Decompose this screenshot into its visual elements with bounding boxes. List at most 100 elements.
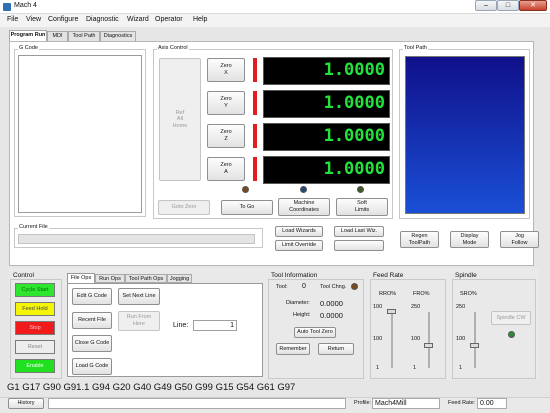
maximize-button[interactable]: □: [497, 0, 519, 11]
remember-button[interactable]: Remember: [276, 343, 310, 355]
fro-slider[interactable]: [424, 342, 433, 348]
load-last-wiz-button[interactable]: Load Last Wiz.: [334, 226, 384, 237]
close-button[interactable]: ✕: [519, 0, 547, 11]
to-go-led: [242, 186, 249, 193]
rro-min: 1: [376, 365, 380, 371]
tab-program-run[interactable]: Program Run: [9, 30, 47, 41]
tool-change-led: [351, 283, 358, 290]
limit-override-button[interactable]: Limit Override: [275, 240, 323, 251]
minimize-button[interactable]: –: [475, 0, 497, 11]
menu-configure[interactable]: Configure: [48, 16, 78, 23]
tool-change-label: Tool Chng.: [320, 284, 347, 290]
recent-file-button[interactable]: Recent File: [72, 312, 112, 329]
x-dro[interactable]: 1.0000: [263, 57, 390, 85]
diameter-value: 0.0000: [320, 299, 343, 308]
rro-slider-track: [391, 312, 393, 368]
a-status-bar: [253, 157, 257, 181]
current-file-field: [18, 234, 255, 244]
blank-wizard-button[interactable]: [334, 240, 384, 251]
tool-path-label: Tool Path: [403, 45, 428, 51]
feed-rate-status-label: Feed Rate:: [448, 400, 476, 406]
gcode-listing[interactable]: [18, 55, 142, 213]
sro-min: 1: [459, 365, 463, 371]
menu-file[interactable]: File: [7, 16, 18, 23]
to-go-button[interactable]: To Go: [221, 200, 273, 215]
tool-value: 0: [302, 283, 306, 290]
reset-button[interactable]: Reset: [15, 340, 55, 354]
enable-button[interactable]: Enable: [15, 359, 55, 373]
tab-jogging[interactable]: Jogging: [167, 274, 192, 283]
close-gcode-button[interactable]: Close G Code: [72, 335, 112, 352]
title-bar: Mach 4 – □ ✕: [0, 0, 550, 14]
spindle-cw-button[interactable]: Spindle CW: [491, 311, 531, 325]
history-button[interactable]: History: [8, 398, 44, 409]
menu-operator[interactable]: Operator: [155, 16, 183, 23]
menu-wizard[interactable]: Wizard: [127, 16, 149, 23]
run-from-here-button[interactable]: Run From Here: [118, 311, 160, 331]
height-label: Height:: [293, 312, 311, 318]
y-dro[interactable]: 1.0000: [263, 90, 390, 118]
goto-zero-button[interactable]: Goto Zero: [158, 200, 210, 215]
feed-hold-button[interactable]: Feed Hold: [15, 302, 55, 316]
cycle-start-button[interactable]: Cycle Start: [15, 283, 55, 297]
rro-mid: 100: [373, 336, 383, 342]
machine-coords-led: [300, 186, 307, 193]
tab-run-ops[interactable]: Run Ops: [95, 274, 125, 283]
spindle-label: Spindle: [455, 272, 477, 279]
sro-label: SRO%: [460, 291, 477, 297]
menu-help[interactable]: Help: [193, 16, 207, 23]
return-button[interactable]: Return: [318, 343, 354, 355]
tab-file-ops[interactable]: File Ops: [67, 273, 95, 283]
display-mode-button[interactable]: Display Mode: [450, 231, 489, 248]
tab-mdi[interactable]: MDI: [47, 31, 68, 41]
load-gcode-button[interactable]: Load G Code: [72, 358, 112, 375]
set-next-line-button[interactable]: Set Next Line: [118, 288, 160, 305]
fro-mid: 100: [411, 336, 421, 342]
z-dro[interactable]: 1.0000: [263, 123, 390, 151]
rro-slider[interactable]: [387, 309, 396, 314]
tab-tool-path-ops[interactable]: Tool Path Ops: [125, 274, 167, 283]
gcode-label: G Code: [18, 45, 39, 51]
menu-diagnostic[interactable]: Diagnostic: [86, 16, 119, 23]
feed-rate-label: Feed Rate: [373, 272, 404, 279]
height-value: 0.0000: [320, 311, 343, 320]
gcode-modal-line: G1 G17 G90 G91.1 G94 G20 G40 G49 G50 G99…: [7, 382, 296, 393]
jog-follow-button[interactable]: Jog Follow: [500, 231, 539, 248]
auto-tool-zero-button[interactable]: Auto Tool Zero: [294, 327, 336, 338]
soft-limits-led: [357, 186, 364, 193]
tab-tool-path[interactable]: Tool Path: [68, 31, 100, 41]
sro-max: 250: [456, 304, 466, 310]
zero-x-button[interactable]: Zero X: [207, 58, 245, 82]
x-status-bar: [253, 58, 257, 82]
app-icon: [3, 3, 11, 11]
spindle-led: [508, 331, 515, 338]
stop-button[interactable]: Stop: [15, 321, 55, 335]
zero-a-button[interactable]: Zero A: [207, 157, 245, 181]
tool-label: Tool:: [276, 284, 288, 290]
edit-gcode-button[interactable]: Edit G Code: [72, 288, 112, 305]
sro-slider[interactable]: [470, 342, 479, 348]
line-input[interactable]: 1: [193, 320, 237, 331]
fro-slider-track: [428, 312, 430, 368]
tool-path-view[interactable]: [405, 56, 525, 214]
ref-all-home-button[interactable]: Ref All Home: [159, 58, 201, 181]
rro-max: 100: [373, 304, 383, 310]
machine-coordinates-button[interactable]: Machine Coordinates: [278, 198, 330, 216]
menu-view[interactable]: View: [26, 16, 41, 23]
tab-diagnostics[interactable]: Diagnostics: [100, 31, 136, 41]
fro-label: FRO%: [413, 291, 430, 297]
profile-label: Profile:: [354, 400, 372, 406]
sro-mid: 100: [456, 336, 466, 342]
feed-rate-status-field: 0.00: [477, 398, 507, 409]
z-status-bar: [253, 124, 257, 148]
regen-toolpath-button[interactable]: Regen ToolPath: [400, 231, 439, 248]
soft-limits-button[interactable]: Soft Limits: [336, 198, 388, 216]
sro-slider-track: [474, 312, 476, 368]
zero-y-button[interactable]: Zero Y: [207, 91, 245, 115]
a-dro[interactable]: 1.0000: [263, 156, 390, 184]
profile-field: Mach4Mill: [372, 398, 440, 409]
load-wizards-button[interactable]: Load Wizards: [275, 226, 323, 237]
zero-z-button[interactable]: Zero Z: [207, 124, 245, 148]
window-title: Mach 4: [14, 2, 37, 9]
tool-information-label: Tool Information: [271, 272, 318, 279]
